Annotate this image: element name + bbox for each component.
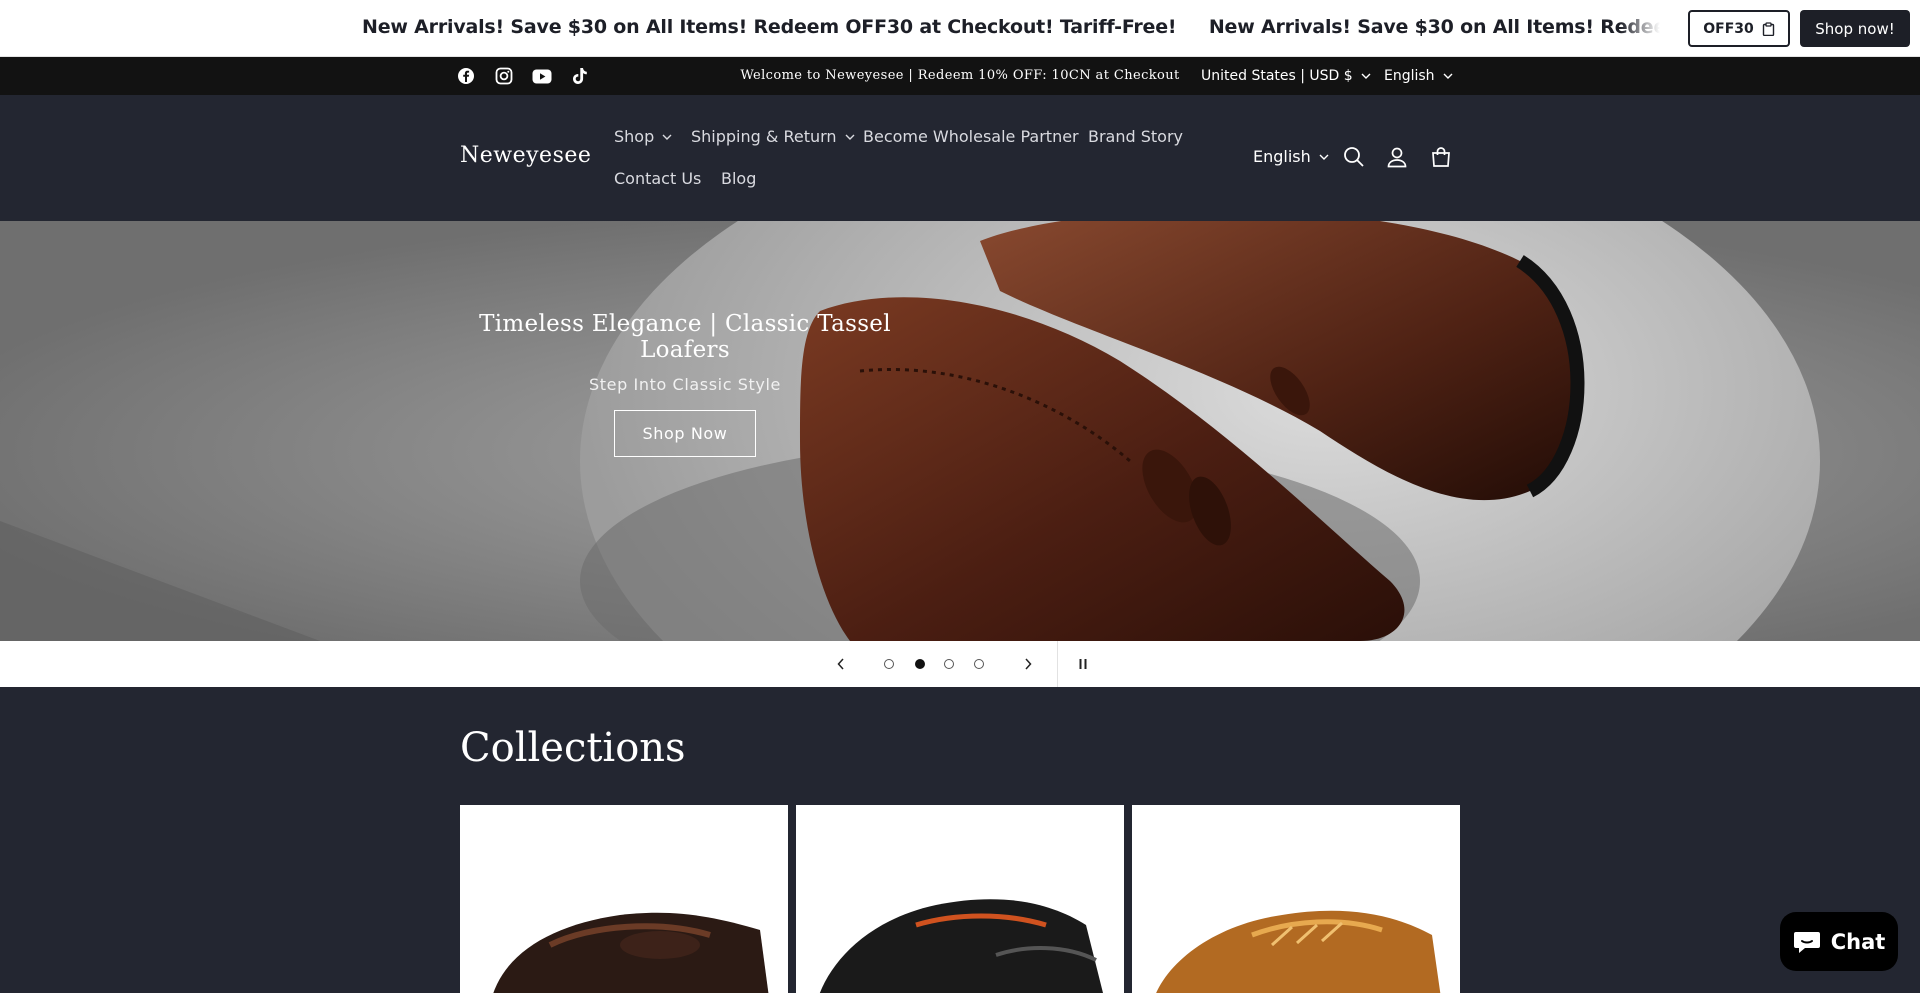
facebook-icon[interactable] [456, 66, 476, 86]
chevron-down-icon [845, 134, 855, 140]
collection-card[interactable] [460, 805, 788, 993]
controls-divider [1057, 641, 1058, 687]
chat-bubble-icon [1793, 931, 1820, 953]
cart-icon[interactable] [1428, 144, 1454, 170]
clipboard-icon [1762, 21, 1774, 36]
chat-button[interactable]: Chat [1780, 912, 1898, 971]
shop-now-button[interactable]: Shop now! [1800, 10, 1910, 47]
pause-slideshow-button[interactable] [1073, 654, 1093, 674]
site-logo[interactable]: Neweyesee [460, 143, 591, 168]
slide-dot-3[interactable] [944, 659, 954, 669]
search-icon[interactable] [1341, 144, 1367, 170]
account-icon[interactable] [1384, 144, 1410, 170]
slide-dot-2[interactable] [915, 659, 925, 669]
chevron-down-icon [1319, 154, 1329, 160]
code-label: OFF30 [1703, 20, 1754, 37]
nav-shipping-return[interactable]: Shipping & Return [691, 127, 855, 146]
nav-label: Blog [721, 169, 757, 188]
collection-image [1132, 805, 1460, 993]
nav-contact-us[interactable]: Contact Us [614, 169, 701, 188]
hero-slideshow: Timeless Elegance | Classic Tassel Loafe… [0, 221, 1920, 641]
utility-bar: Welcome to Neweyesee | Redeem 10% OFF: 1… [0, 57, 1920, 95]
collection-card[interactable] [796, 805, 1124, 993]
hero-title: Timeless Elegance | Classic Tassel Loafe… [479, 311, 891, 363]
announcement-message: New Arrivals! Save $30 on All Items! Red… [362, 16, 1177, 38]
slideshow-controls [0, 641, 1920, 687]
chevron-down-icon [662, 134, 672, 140]
youtube-icon[interactable] [532, 66, 552, 86]
hero-subtitle: Step Into Classic Style [589, 375, 781, 394]
chevron-down-icon [1443, 73, 1453, 79]
copy-code-button[interactable]: OFF30 [1688, 10, 1790, 47]
nav-label: Shop [614, 127, 655, 146]
nav-label: Brand Story [1088, 127, 1184, 146]
country-selector[interactable]: United States | USD $ [1201, 57, 1371, 95]
chevron-down-icon [1361, 73, 1371, 79]
tiktok-icon[interactable] [570, 66, 590, 86]
nav-brand-story[interactable]: Brand Story [1088, 127, 1183, 146]
announcement-bar: New Arrivals! Save $30 on All Items! Red… [0, 0, 1920, 57]
pause-icon [1079, 659, 1087, 669]
nav-label: Become Wholesale Partner [863, 127, 1079, 146]
language-label: English [1384, 68, 1435, 84]
hero-content: Timeless Elegance | Classic Tassel Loafe… [460, 311, 910, 457]
next-slide-button[interactable] [1018, 654, 1038, 674]
previous-slide-button[interactable] [831, 654, 851, 674]
slide-dot-1[interactable] [884, 659, 894, 669]
nav-label: Shipping & Return [691, 127, 837, 146]
collection-card[interactable] [1132, 805, 1460, 993]
collection-image [460, 805, 788, 993]
country-label: United States | USD $ [1201, 68, 1353, 84]
language-selector[interactable]: English [1384, 57, 1453, 95]
social-links [456, 66, 590, 86]
header-language-selector[interactable]: English [1253, 147, 1329, 166]
hero-image [0, 221, 1920, 641]
hero-shop-now-button[interactable]: Shop Now [614, 410, 756, 457]
chevron-right-icon [1025, 658, 1032, 670]
welcome-message: Welcome to Neweyesee | Redeem 10% OFF: 1… [740, 68, 1180, 83]
nav-blog[interactable]: Blog [721, 169, 756, 188]
chat-label: Chat [1830, 929, 1886, 954]
site-header: Neweyesee Shop Shipping & Return Become … [0, 95, 1920, 221]
collection-image [796, 805, 1124, 993]
nav-wholesale-partner[interactable]: Become Wholesale Partner [863, 127, 1079, 146]
instagram-icon[interactable] [494, 66, 514, 86]
language-label: English [1253, 147, 1311, 166]
nav-shop[interactable]: Shop [614, 127, 672, 146]
announcement-fade [1620, 0, 1660, 56]
chevron-left-icon [837, 658, 844, 670]
nav-label: Contact Us [614, 169, 702, 188]
collections-title: Collections [460, 725, 686, 771]
collections-section: Collections [0, 687, 1920, 993]
slide-dot-4[interactable] [974, 659, 984, 669]
